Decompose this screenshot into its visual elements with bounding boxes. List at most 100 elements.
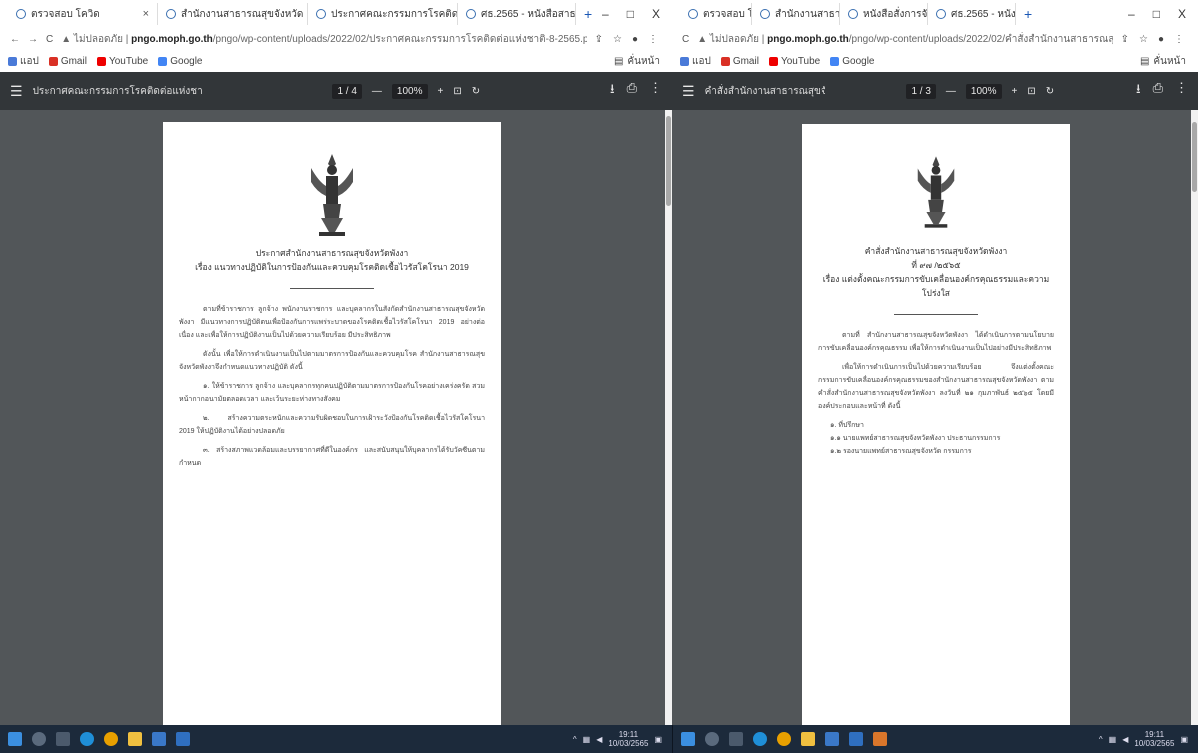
- bookmark-youtube[interactable]: YouTube: [96, 56, 148, 67]
- download-icon[interactable]: ⭳: [1136, 80, 1141, 102]
- page-number-input[interactable]: 1 / 4: [332, 83, 362, 99]
- vertical-scrollbar[interactable]: [665, 110, 672, 725]
- network-icon[interactable]: ▦: [1109, 735, 1117, 744]
- forward-icon[interactable]: →: [28, 34, 38, 45]
- chevron-up-icon[interactable]: ^: [573, 735, 577, 744]
- share-icon[interactable]: ⇪: [1121, 34, 1129, 45]
- print-icon[interactable]: ⎙: [627, 80, 637, 102]
- edge-icon[interactable]: [80, 732, 94, 746]
- share-icon[interactable]: ⇪: [595, 34, 603, 45]
- chrome-icon[interactable]: [104, 732, 118, 746]
- search-icon[interactable]: [705, 732, 719, 746]
- close-window-button[interactable]: X: [652, 7, 660, 21]
- apps-grid-icon: [8, 56, 17, 66]
- back-icon[interactable]: ←: [10, 34, 20, 45]
- zoom-out-button[interactable]: —: [946, 86, 956, 97]
- fit-page-icon[interactable]: ⊡: [1027, 86, 1035, 97]
- close-tab-icon[interactable]: ×: [143, 8, 149, 20]
- notification-icon[interactable]: ▣: [654, 735, 662, 744]
- chrome-icon[interactable]: [777, 732, 791, 746]
- maximize-button[interactable]: □: [1153, 7, 1160, 21]
- fit-page-icon[interactable]: ⊡: [453, 86, 461, 97]
- volume-icon[interactable]: ◀: [1122, 735, 1128, 744]
- pdf-viewport[interactable]: ประกาศสำนักงานสาธารณสุขจังหวัดพังงา เรื่…: [0, 110, 672, 725]
- page-number-input[interactable]: 1 / 3: [906, 83, 936, 99]
- task-view-icon[interactable]: [729, 732, 743, 746]
- tab-3[interactable]: ประกาศคณะกรรมการโรคติดต่อ ×: [308, 3, 458, 25]
- zoom-out-button[interactable]: —: [372, 86, 382, 97]
- star-icon[interactable]: ☆: [613, 34, 622, 45]
- zoom-in-button[interactable]: +: [438, 86, 444, 97]
- scrollbar-thumb[interactable]: [1192, 122, 1197, 192]
- file-explorer-icon[interactable]: [128, 732, 142, 746]
- tab-2[interactable]: สำนักงานสาธารณสุขจังหวัด: [752, 3, 840, 25]
- print-icon[interactable]: ⎙: [1153, 80, 1163, 102]
- tab-4-active[interactable]: ศธ.2565 - หนังสือสาธารณสุข ×: [458, 3, 576, 25]
- reading-list[interactable]: ▤ คั่นหน้า: [614, 54, 672, 69]
- scrollbar-thumb[interactable]: [666, 116, 671, 206]
- tab-1[interactable]: ตรวจสอบ โควิด: [680, 3, 752, 25]
- chrome-active-icon[interactable]: [873, 732, 887, 746]
- reload-icon[interactable]: C: [682, 34, 689, 45]
- profile-icon[interactable]: ●: [1158, 34, 1164, 45]
- edge-icon[interactable]: [753, 732, 767, 746]
- list-item: ๑.๒ รองนายแพทย์สาธารณสุขจังหวัด กรรมการ: [830, 448, 972, 455]
- zoom-level-input[interactable]: 100%: [391, 83, 428, 99]
- pdf-page-controls: 1 / 3 — 100% + ⊡ ↻: [906, 83, 1054, 99]
- star-icon[interactable]: ☆: [1139, 34, 1148, 45]
- new-tab-button[interactable]: +: [1016, 6, 1040, 22]
- rotate-icon[interactable]: ↻: [1046, 86, 1054, 97]
- minimize-button[interactable]: –: [602, 7, 609, 21]
- vertical-scrollbar[interactable]: [1191, 110, 1198, 725]
- mail-icon[interactable]: [849, 732, 863, 746]
- store-icon[interactable]: [152, 732, 166, 746]
- maximize-button[interactable]: □: [627, 7, 634, 21]
- download-icon[interactable]: ⭳: [610, 80, 615, 102]
- bookmark-apps[interactable]: แอป: [8, 54, 39, 69]
- hamburger-menu-icon[interactable]: ☰: [10, 83, 23, 100]
- more-options-icon[interactable]: ⋮: [1175, 80, 1188, 102]
- search-icon[interactable]: [32, 732, 46, 746]
- store-icon[interactable]: [825, 732, 839, 746]
- task-view-icon[interactable]: [56, 732, 70, 746]
- rotate-icon[interactable]: ↻: [472, 86, 480, 97]
- bookmark-google[interactable]: Google: [830, 56, 874, 67]
- tab-label: สำนักงานสาธารณสุขจังหวัด: [775, 8, 840, 20]
- volume-icon[interactable]: ◀: [596, 735, 602, 744]
- kebab-menu-icon[interactable]: ⋮: [648, 34, 658, 45]
- tab-2[interactable]: สำนักงานสาธารณสุขจังหวัด ×: [158, 3, 308, 25]
- windows-start-icon[interactable]: [681, 732, 695, 746]
- pdf-viewport[interactable]: คำสั่งสำนักงานสาธารณสุขจังหวัดพังงา ที่ …: [672, 110, 1198, 725]
- tab-3[interactable]: หนังสือสั่งการจังหวัด: [840, 3, 928, 25]
- tab-4-active[interactable]: ศธ.2565 - หนังสือสาธารณสุข: [928, 3, 1016, 25]
- file-explorer-icon[interactable]: [801, 732, 815, 746]
- clock[interactable]: 19:11 10/03/2565: [1134, 730, 1174, 748]
- tab-strip: ตรวจสอบ โควิด สำนักงานสาธารณสุขจังหวัด ห…: [672, 0, 1198, 28]
- bookmark-label: Gmail: [732, 55, 759, 67]
- new-tab-button[interactable]: +: [576, 6, 600, 22]
- clock[interactable]: 19:11 10/03/2565: [608, 730, 648, 748]
- bookmark-apps[interactable]: แอป: [680, 54, 711, 69]
- network-icon[interactable]: ▦: [583, 735, 591, 744]
- bookmark-youtube[interactable]: YouTube: [768, 56, 820, 67]
- close-window-button[interactable]: X: [1178, 7, 1186, 21]
- bookmark-gmail[interactable]: Gmail: [48, 56, 87, 67]
- zoom-level-input[interactable]: 100%: [965, 83, 1002, 99]
- chevron-up-icon[interactable]: ^: [1099, 735, 1103, 744]
- tab-1[interactable]: ตรวจสอบ โควิด ×: [8, 3, 158, 25]
- profile-icon[interactable]: ●: [632, 34, 638, 45]
- windows-start-icon[interactable]: [8, 732, 22, 746]
- minimize-button[interactable]: –: [1128, 7, 1135, 21]
- url-field[interactable]: ▲ ไม่ปลอดภัย | pngo.moph.go.th/pngo/wp-c…: [61, 32, 586, 47]
- bookmark-gmail[interactable]: Gmail: [720, 55, 759, 67]
- hamburger-menu-icon[interactable]: ☰: [682, 83, 695, 100]
- kebab-menu-icon[interactable]: ⋮: [1174, 34, 1184, 45]
- bookmark-google[interactable]: Google: [158, 56, 202, 67]
- reading-list[interactable]: ▤ คั่นหน้า: [1140, 54, 1198, 69]
- more-options-icon[interactable]: ⋮: [649, 80, 662, 102]
- url-field[interactable]: ▲ ไม่ปลอดภัย | pngo.moph.go.th/pngo/wp-c…: [697, 32, 1112, 47]
- notification-icon[interactable]: ▣: [1180, 735, 1188, 744]
- reload-icon[interactable]: C: [46, 34, 53, 45]
- mail-icon[interactable]: [176, 732, 190, 746]
- zoom-in-button[interactable]: +: [1012, 86, 1018, 97]
